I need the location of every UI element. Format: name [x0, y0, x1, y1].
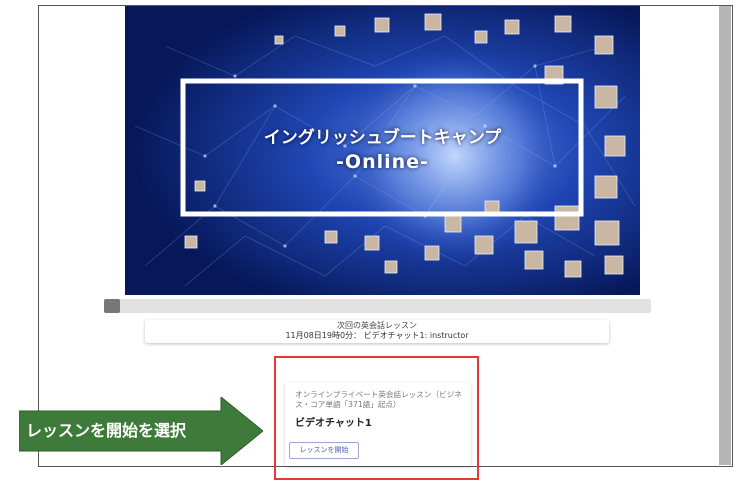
banner-title: イングリッシュブートキャンプ — [263, 128, 502, 148]
next-lesson-schedule: 11月08日19時0分： ビデオチャット1: instructor — [285, 331, 469, 340]
vertical-scrollbar[interactable] — [719, 6, 731, 465]
start-lesson-button[interactable]: レッスンを開始 — [289, 442, 359, 459]
banner-subtitle: -Online- — [336, 151, 429, 173]
progress-slider-thumb[interactable] — [104, 299, 120, 313]
lesson-description: オンラインプライベート英会話レッスン（ビジネス・コア単語「371語」起点） — [295, 390, 462, 409]
next-lesson-card: 次回の英会話レッスン 11月08日19時0分： ビデオチャット1: instru… — [145, 320, 609, 343]
callout-label: レッスンを開始を選択 — [26, 421, 187, 440]
lesson-name: ビデオチャット1 — [295, 418, 372, 429]
progress-slider-track[interactable] — [104, 299, 651, 313]
hero-banner: イングリッシュブートキャンプ -Online- — [125, 6, 640, 295]
next-lesson-heading: 次回の英会話レッスン — [337, 321, 417, 330]
lesson-card: オンラインプライベート英会話レッスン（ビジネス・コア単語「371語」起点） ビデ… — [285, 383, 471, 466]
